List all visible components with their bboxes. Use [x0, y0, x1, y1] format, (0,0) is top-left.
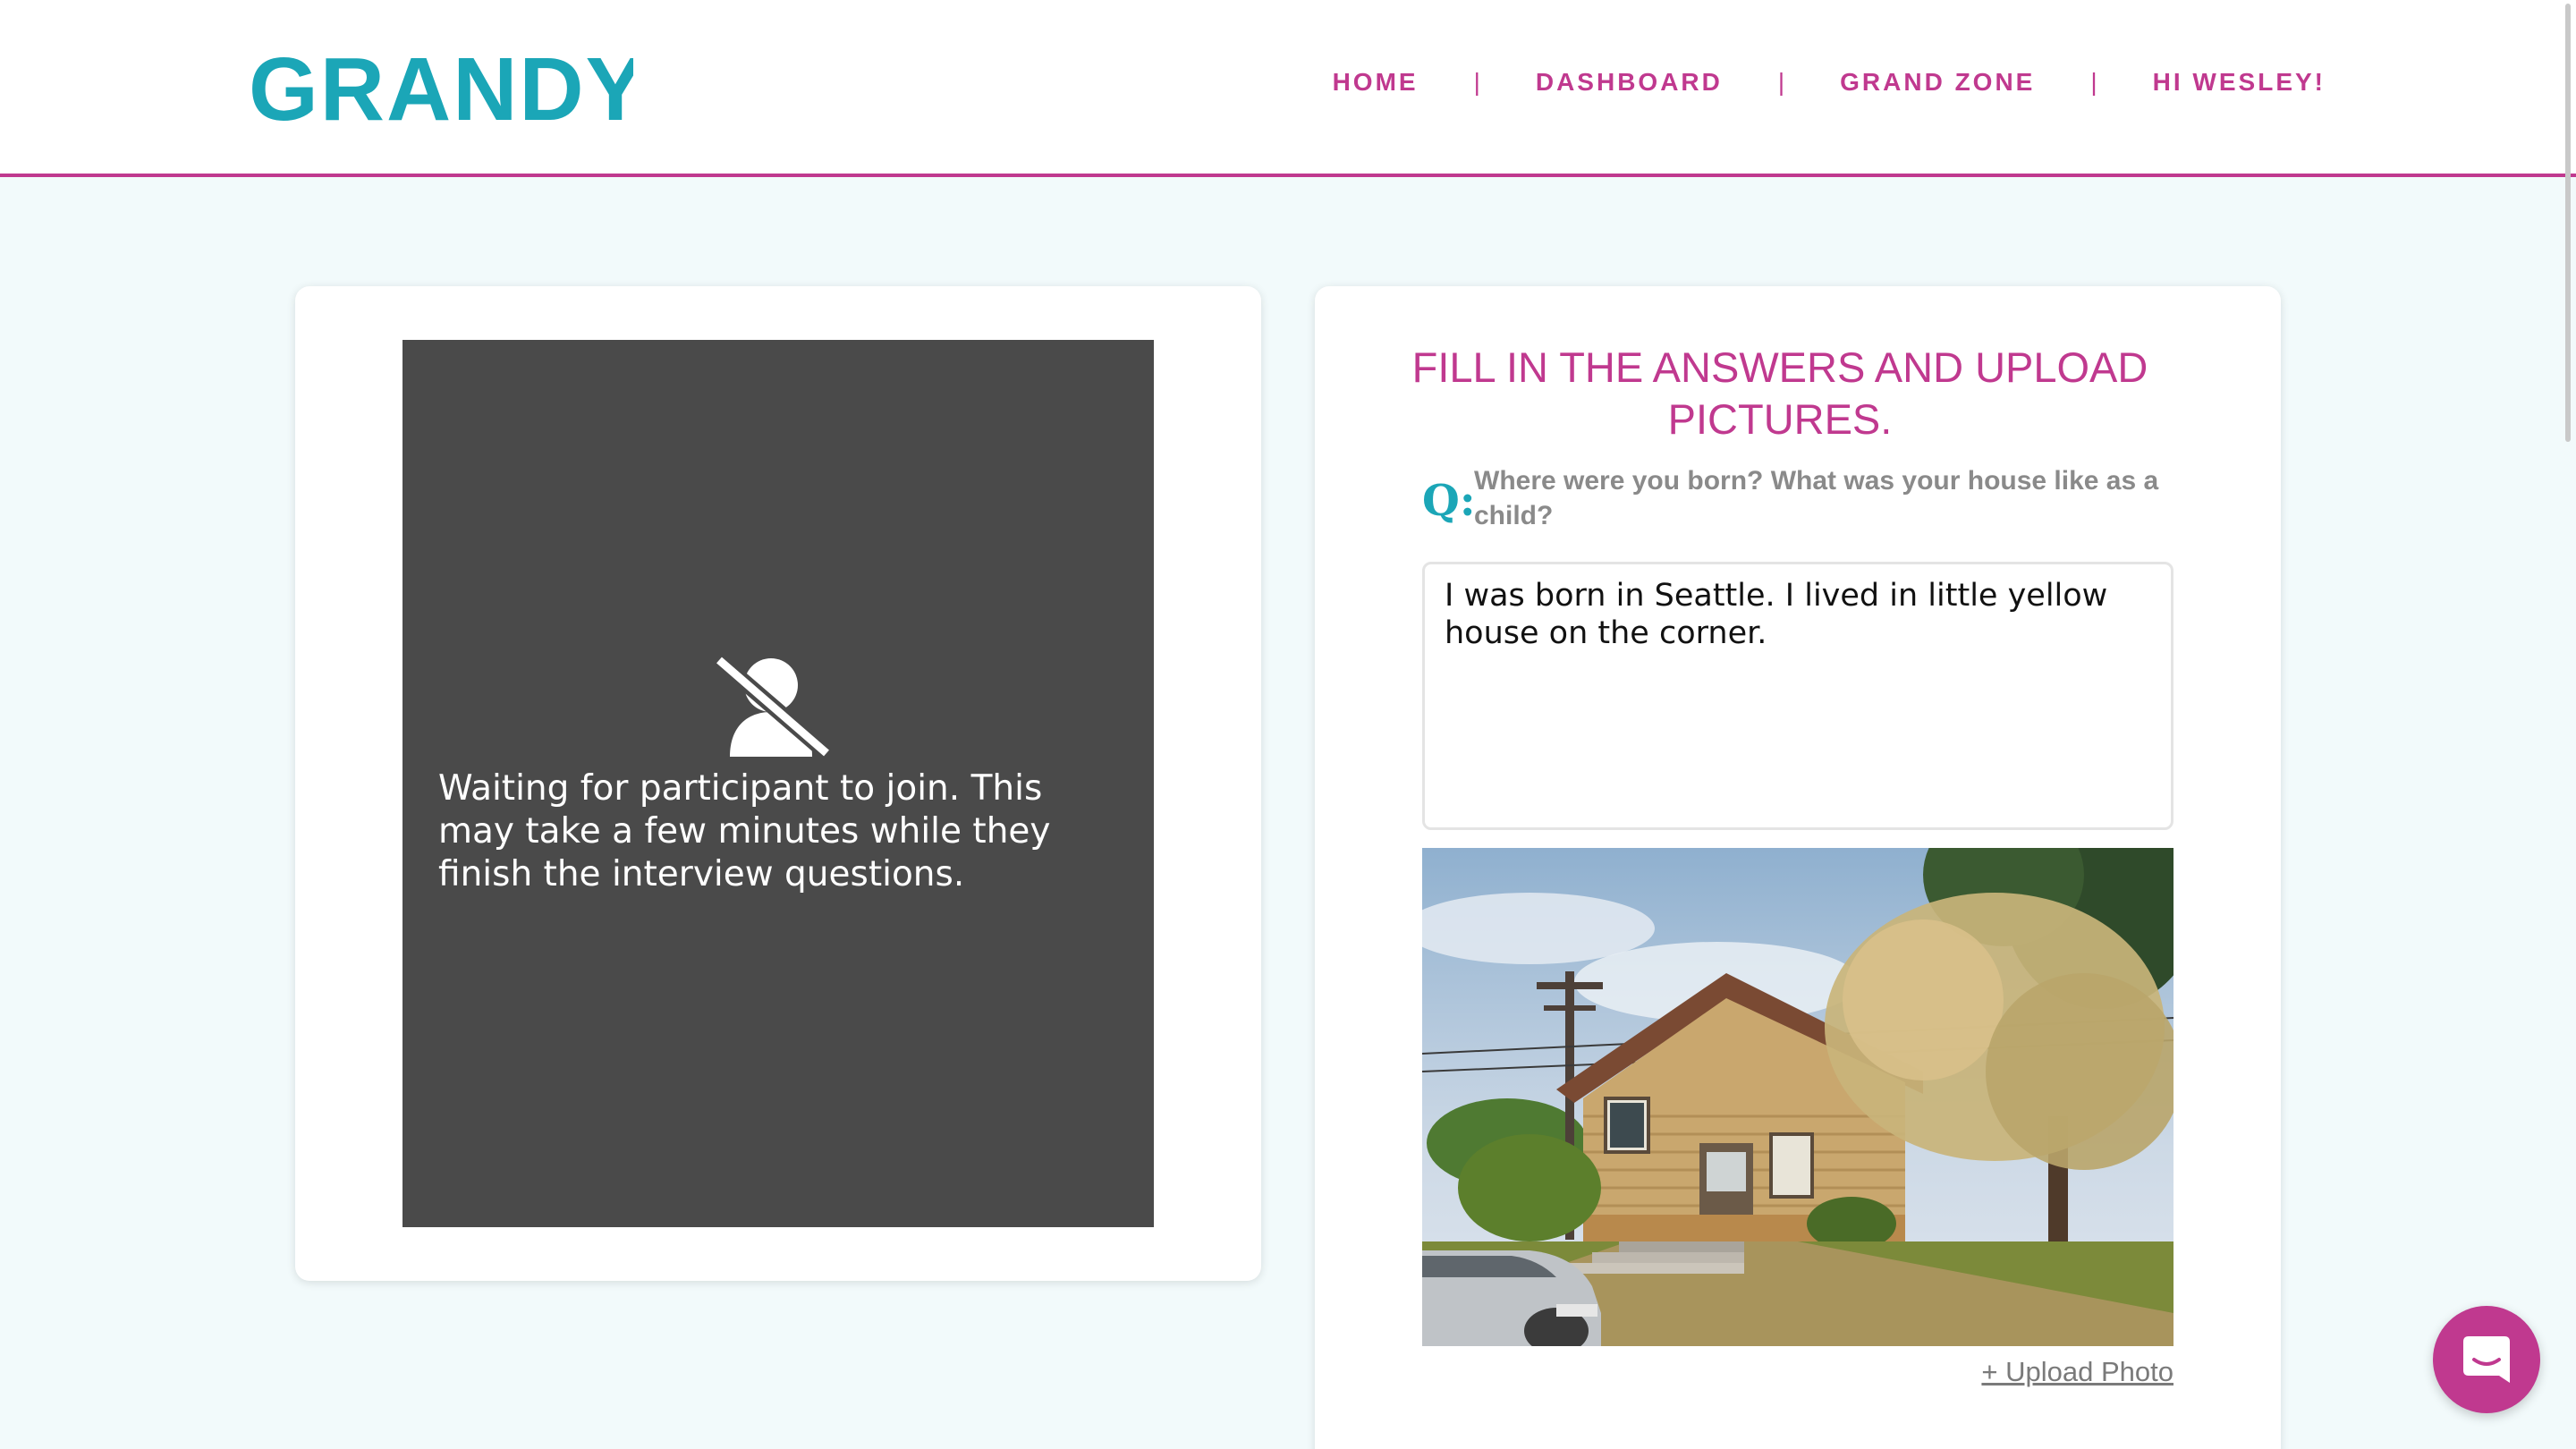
- grandy-logo[interactable]: GRANDY: [249, 43, 633, 132]
- upload-photo-link[interactable]: + Upload Photo: [1981, 1356, 2174, 1388]
- nav-grand-zone[interactable]: GRAND ZONE: [1840, 68, 2035, 97]
- nav-separator: |: [2090, 68, 2097, 96]
- nav-dashboard[interactable]: DASHBOARD: [1536, 68, 1723, 97]
- main-nav: HOME | DASHBOARD | GRAND ZONE | HI WESLE…: [1333, 68, 2326, 97]
- form-title: FILL IN THE ANSWERS AND UPLOAD PICTURES.: [1411, 343, 2148, 443]
- nav-user-greeting[interactable]: HI WESLEY!: [2153, 68, 2326, 97]
- nav-separator: |: [1473, 68, 1480, 96]
- video-area: Waiting for participant to join. This ma…: [402, 340, 1154, 1227]
- house-photo-image: [1422, 848, 2174, 1346]
- waiting-message: Waiting for participant to join. This ma…: [438, 768, 1051, 894]
- question-text: Where were you born? What was your house…: [1474, 466, 2159, 530]
- uploaded-house-photo: [1422, 848, 2174, 1346]
- no-user-icon: [716, 657, 830, 757]
- nav-home[interactable]: HOME: [1333, 68, 1419, 97]
- video-card: Waiting for participant to join. This ma…: [295, 286, 1261, 1281]
- interview-form-card: FILL IN THE ANSWERS AND UPLOAD PICTURES.…: [1315, 286, 2281, 1449]
- scrollbar-thumb[interactable]: [2565, 4, 2571, 442]
- chat-icon: [2463, 1336, 2510, 1383]
- nav-separator: |: [1777, 68, 1785, 96]
- answer-textarea[interactable]: I was born in Seattle. I lived in little…: [1422, 562, 2174, 830]
- logo-text: GRANDY: [249, 43, 633, 132]
- question-label: Q:: [1422, 476, 1476, 526]
- page-scrollbar[interactable]: [2558, 0, 2576, 1449]
- chat-launcher-button[interactable]: [2433, 1306, 2540, 1413]
- top-header: GRANDY HOME | DASHBOARD | GRAND ZONE | H…: [0, 0, 2576, 177]
